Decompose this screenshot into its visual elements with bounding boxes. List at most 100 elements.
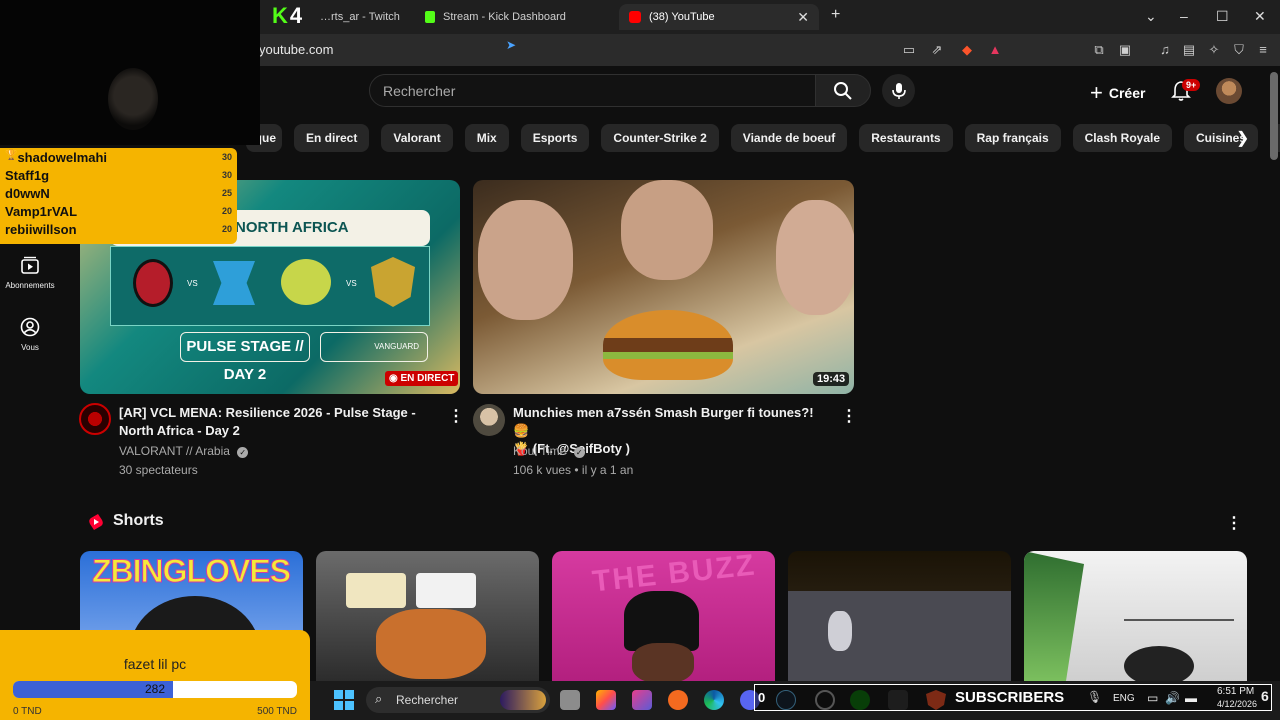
chip-8[interactable]: Rap français xyxy=(964,124,1061,152)
shorts-more-icon[interactable]: ⋮ xyxy=(1226,513,1242,533)
leaderboard-widget: 🏆 shadowelmahi 30 Staff1g 30 d0wwN 25 Vamp1rVA… xyxy=(0,148,237,244)
subscriptions-icon xyxy=(21,256,39,274)
account-avatar[interactable] xyxy=(1216,78,1242,104)
file-explorer-icon[interactable] xyxy=(560,690,580,710)
sidebar-item-subscriptions[interactable]: Abonnements xyxy=(0,255,60,290)
brave-rewards-icon[interactable]: ▲ xyxy=(988,43,1002,57)
short-figure-hat xyxy=(624,591,699,651)
short-balcony xyxy=(1124,581,1234,621)
plus-icon: + xyxy=(1090,80,1103,105)
subscribers-count: 0 xyxy=(758,690,766,705)
new-tab-button[interactable]: + xyxy=(831,6,840,24)
mouse-cursor: ➤ xyxy=(506,38,517,52)
chip-1[interactable]: En direct xyxy=(294,124,370,152)
clock-date[interactable]: 4/12/2026 xyxy=(1217,699,1257,709)
person-left xyxy=(478,200,573,320)
widget-icon[interactable] xyxy=(500,690,546,710)
channel-label: VALORANT // Arabia xyxy=(119,444,230,458)
copilot-icon[interactable] xyxy=(596,690,616,710)
reader-icon[interactable]: ▣ xyxy=(1118,43,1132,57)
donation-goal-widget: fazet lil pc 282 0 TND 500 TND xyxy=(0,630,310,720)
leaderboard-name: shadowelmahi xyxy=(17,150,108,165)
leaderboard-score: 20 xyxy=(221,224,232,234)
tab-youtube[interactable]: (38) YouTube ✕ xyxy=(619,4,819,30)
live-icon: ◉ xyxy=(389,373,401,384)
leaderboard-row: Staff1g 30 xyxy=(0,166,237,184)
channel-avatar[interactable] xyxy=(79,403,111,435)
video-title-line: North Africa - Day 2 xyxy=(119,423,240,438)
search-icon: ⌕ xyxy=(375,691,383,706)
tab-kick-dashboard[interactable]: Stream - Kick Dashboard xyxy=(415,4,615,30)
channel-label: Koul Time xyxy=(513,444,567,458)
wallet-icon[interactable]: ▤ xyxy=(1182,43,1196,57)
cast-icon[interactable]: ▭ xyxy=(902,43,916,57)
short-card[interactable] xyxy=(788,551,1011,681)
video-title[interactable]: [AR] VCL MENA: Resilience 2026 - Pulse S… xyxy=(119,404,419,440)
video-thumbnail-burger[interactable]: 19:43 xyxy=(473,180,854,394)
search-button[interactable] xyxy=(815,74,871,107)
clock-time[interactable]: 6:51 PM xyxy=(1217,686,1254,697)
channel-name[interactable]: Koul Time ✓ xyxy=(513,444,585,458)
page-scrollbar[interactable] xyxy=(1270,72,1278,160)
short-card[interactable] xyxy=(1024,551,1247,681)
menu-icon[interactable]: ≡ xyxy=(1256,43,1270,57)
close-window-button[interactable]: ✕ xyxy=(1254,8,1266,25)
notification-count[interactable]: 6 xyxy=(1261,688,1269,704)
url-field[interactable]: youtube.com xyxy=(259,42,333,57)
chip-5[interactable]: Counter-Strike 2 xyxy=(601,124,719,152)
language-indicator[interactable]: ENG xyxy=(1113,693,1135,704)
channel-name[interactable]: VALORANT // Arabia ✓ xyxy=(119,444,249,458)
volume-icon[interactable]: 🔊 xyxy=(1165,691,1180,705)
chip-9[interactable]: Clash Royale xyxy=(1072,124,1173,152)
thumb-sponsor: VANGUARD xyxy=(320,332,428,362)
avast-icon[interactable] xyxy=(668,690,688,710)
chip-4[interactable]: Esports xyxy=(520,124,590,152)
channel-avatar[interactable] xyxy=(473,404,505,436)
thumb-region-text: NORTH AFRICA xyxy=(235,219,349,236)
more-options-icon[interactable]: ⋮ xyxy=(841,406,857,426)
extensions-icon[interactable]: ⧉ xyxy=(1092,43,1106,57)
more-options-icon[interactable]: ⋮ xyxy=(448,406,464,426)
leaderboard-row: 🏆 shadowelmahi 30 xyxy=(0,148,237,166)
create-button[interactable]: + Créer xyxy=(1090,80,1145,106)
leaderboard-name: Staff1g xyxy=(5,168,50,183)
maximize-button[interactable]: ☐ xyxy=(1216,8,1229,25)
screen: { "browser": { "tabs": [ {"label": "…rts… xyxy=(0,0,1280,720)
leaderboard-name: d0wwN xyxy=(5,186,50,201)
close-tab-icon[interactable]: ✕ xyxy=(797,9,809,26)
minimize-button[interactable]: – xyxy=(1180,8,1188,24)
short-card[interactable] xyxy=(316,551,539,681)
short-card[interactable]: THE BUZZ xyxy=(552,551,775,681)
edge-icon[interactable] xyxy=(704,690,724,710)
voice-search-button[interactable] xyxy=(882,74,915,107)
tab-list-icon[interactable]: ⌄ xyxy=(1145,8,1157,25)
share-icon[interactable]: ⇗ xyxy=(930,43,944,57)
person-right xyxy=(776,200,854,315)
short-cup xyxy=(346,573,406,608)
battery-icon[interactable]: ▬ xyxy=(1185,691,1197,705)
chip-7[interactable]: Restaurants xyxy=(859,124,953,152)
chip-6[interactable]: Viande de boeuf xyxy=(730,124,848,152)
music-icon[interactable]: ♫ xyxy=(1158,43,1172,57)
chip-2[interactable]: Valorant xyxy=(381,124,453,152)
vpn-icon[interactable]: ⛉ xyxy=(1232,43,1246,57)
network-icon[interactable]: ▭ xyxy=(1147,691,1158,705)
short-figure xyxy=(1124,646,1194,681)
mic-tray-icon[interactable]: 🎙 xyxy=(1087,690,1102,704)
leo-ai-icon[interactable]: ✧ xyxy=(1207,43,1221,57)
chip-3[interactable]: Mix xyxy=(464,124,509,152)
live-badge: ◉ EN DIRECT xyxy=(385,371,459,386)
chevron-right-icon[interactable]: ❯ xyxy=(1236,128,1249,148)
sidebar-item-you[interactable]: Vous xyxy=(0,317,60,352)
profile-icon xyxy=(20,317,40,337)
search-input[interactable]: Rechercher xyxy=(369,74,816,107)
shorts-icon xyxy=(89,514,103,530)
youtube-icon xyxy=(629,11,641,23)
start-windows-icon[interactable] xyxy=(334,690,354,710)
brave-shield-icon[interactable]: ◆ xyxy=(960,43,974,57)
leaderboard-name: rebiiwillson xyxy=(5,222,77,237)
vs-label: VS xyxy=(187,279,198,288)
goal-current-value: 282 xyxy=(144,682,166,696)
trophy-icon: 🏆 xyxy=(5,150,18,161)
store-icon[interactable] xyxy=(632,690,652,710)
